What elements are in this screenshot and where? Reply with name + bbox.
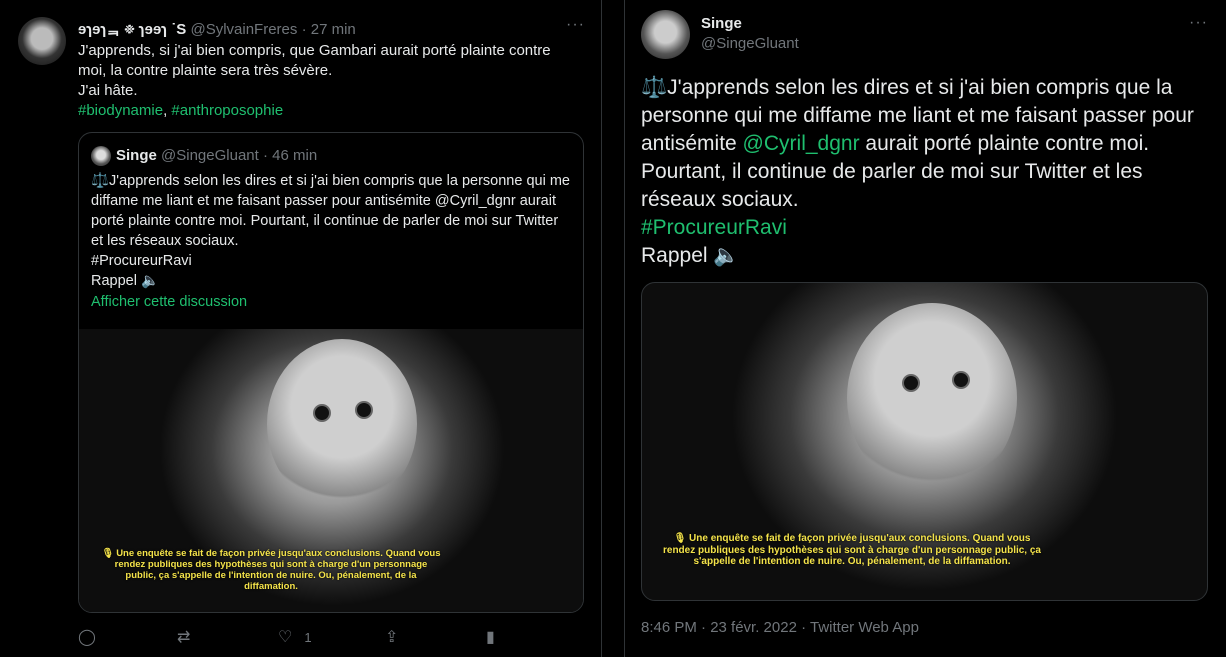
retweet-icon[interactable]: ⇄ — [177, 627, 190, 647]
display-name[interactable]: ɘɿɘɿᆿ ፠ ɿɘɘɿ ˙S — [78, 21, 186, 38]
panel-divider — [601, 0, 624, 657]
tweet-text-line: J'ai hâte. — [78, 82, 138, 99]
like-count: 1 — [304, 629, 312, 645]
tweet-header: ɘɿɘɿᆿ ፠ ɿɘɘɿ ˙S @SylvainFreres · 27 min — [78, 18, 356, 39]
monkey-eye — [954, 373, 968, 387]
analytics-icon[interactable]: ▮ — [486, 627, 495, 647]
quote-hashtag: #ProcureurRavi — [91, 253, 192, 269]
right-tweet: Singe @SingeGluant ··· ⚖️J'apprends selo… — [624, 0, 1226, 657]
hashtag-link[interactable]: #biodynamie — [78, 102, 163, 119]
tweet-text: ⚖️J'apprends selon les dires et si j'ai … — [641, 74, 1217, 270]
display-name[interactable]: Singe — [701, 15, 742, 32]
left-tweet: ɘɿɘɿᆿ ፠ ɿɘɘɿ ˙S @SylvainFreres · 27 min … — [0, 0, 601, 657]
rappel-text: Rappel 🔈 — [641, 244, 740, 267]
quote-text-body: ⚖️J'apprends selon les dires et si j'ai … — [91, 173, 570, 249]
quoted-tweet[interactable]: Singe @SingeGluant · 46 min ⚖️J'apprends… — [78, 132, 584, 613]
quote-avatar — [91, 146, 111, 166]
handle[interactable]: @SylvainFreres — [190, 21, 297, 38]
avatar[interactable] — [641, 10, 690, 59]
quote-header: Singe @SingeGluant · 46 min — [116, 147, 317, 164]
monkey-eye — [904, 376, 918, 390]
monkey-face — [847, 303, 1017, 493]
quote-display-name: Singe — [116, 147, 157, 164]
separator-dot: · — [262, 147, 268, 164]
more-options-icon[interactable]: ··· — [566, 16, 585, 34]
media-image[interactable]: 🎙 Une enquête se fait de façon privée ju… — [641, 282, 1208, 601]
separator-dot: · — [301, 21, 307, 38]
tweet-timestamp[interactable]: 8:46 PM · 23 févr. 2022 · Twitter Web Ap… — [641, 619, 919, 636]
share-icon[interactable]: ⇪ — [385, 627, 398, 647]
mention-link[interactable]: @Cyril_dgnr — [743, 132, 860, 155]
handle[interactable]: @SingeGluant — [701, 35, 799, 52]
hashtag-row: #biodynamie, #anthroposophie — [78, 101, 578, 121]
reply-icon[interactable]: ◯ — [78, 627, 96, 647]
show-thread-link[interactable]: Afficher cette discussion — [91, 294, 247, 310]
hashtag-link[interactable]: #anthroposophie — [171, 102, 283, 119]
avatar[interactable] — [18, 17, 66, 65]
monkey-face — [267, 339, 417, 509]
tweet-text-body: ⚖️J'apprends selon les dires et si j'ai … — [641, 74, 1217, 214]
monkey-eye — [357, 403, 371, 417]
more-options-icon[interactable]: ··· — [1189, 14, 1208, 32]
quote-handle: @SingeGluant — [161, 147, 259, 164]
tweet-text-line: J'apprends, si j'ai bien compris, que Ga… — [78, 42, 551, 79]
monkey-eye — [315, 406, 329, 420]
tweet-time[interactable]: 27 min — [311, 21, 356, 38]
quote-media-image[interactable]: 🎙 Une enquête se fait de façon privée ju… — [79, 329, 583, 612]
quote-rappel: Rappel 🔈 — [91, 273, 160, 289]
tweet-text: J'apprends, si j'ai bien compris, que Ga… — [78, 41, 578, 121]
video-caption: 🎙 Une enquête se fait de façon privée ju… — [101, 548, 441, 592]
like-icon[interactable]: ♡ 1 — [278, 627, 312, 647]
quote-text: ⚖️J'apprends selon les dires et si j'ai … — [91, 171, 573, 291]
hashtag-link[interactable]: #ProcureurRavi — [641, 214, 1217, 242]
action-bar: ◯ ⇄ ♡ 1 ⇪ ▮ — [78, 627, 508, 647]
video-caption: 🎙 Une enquête se fait de façon privée ju… — [662, 533, 1041, 567]
quote-time: 46 min — [272, 147, 318, 164]
